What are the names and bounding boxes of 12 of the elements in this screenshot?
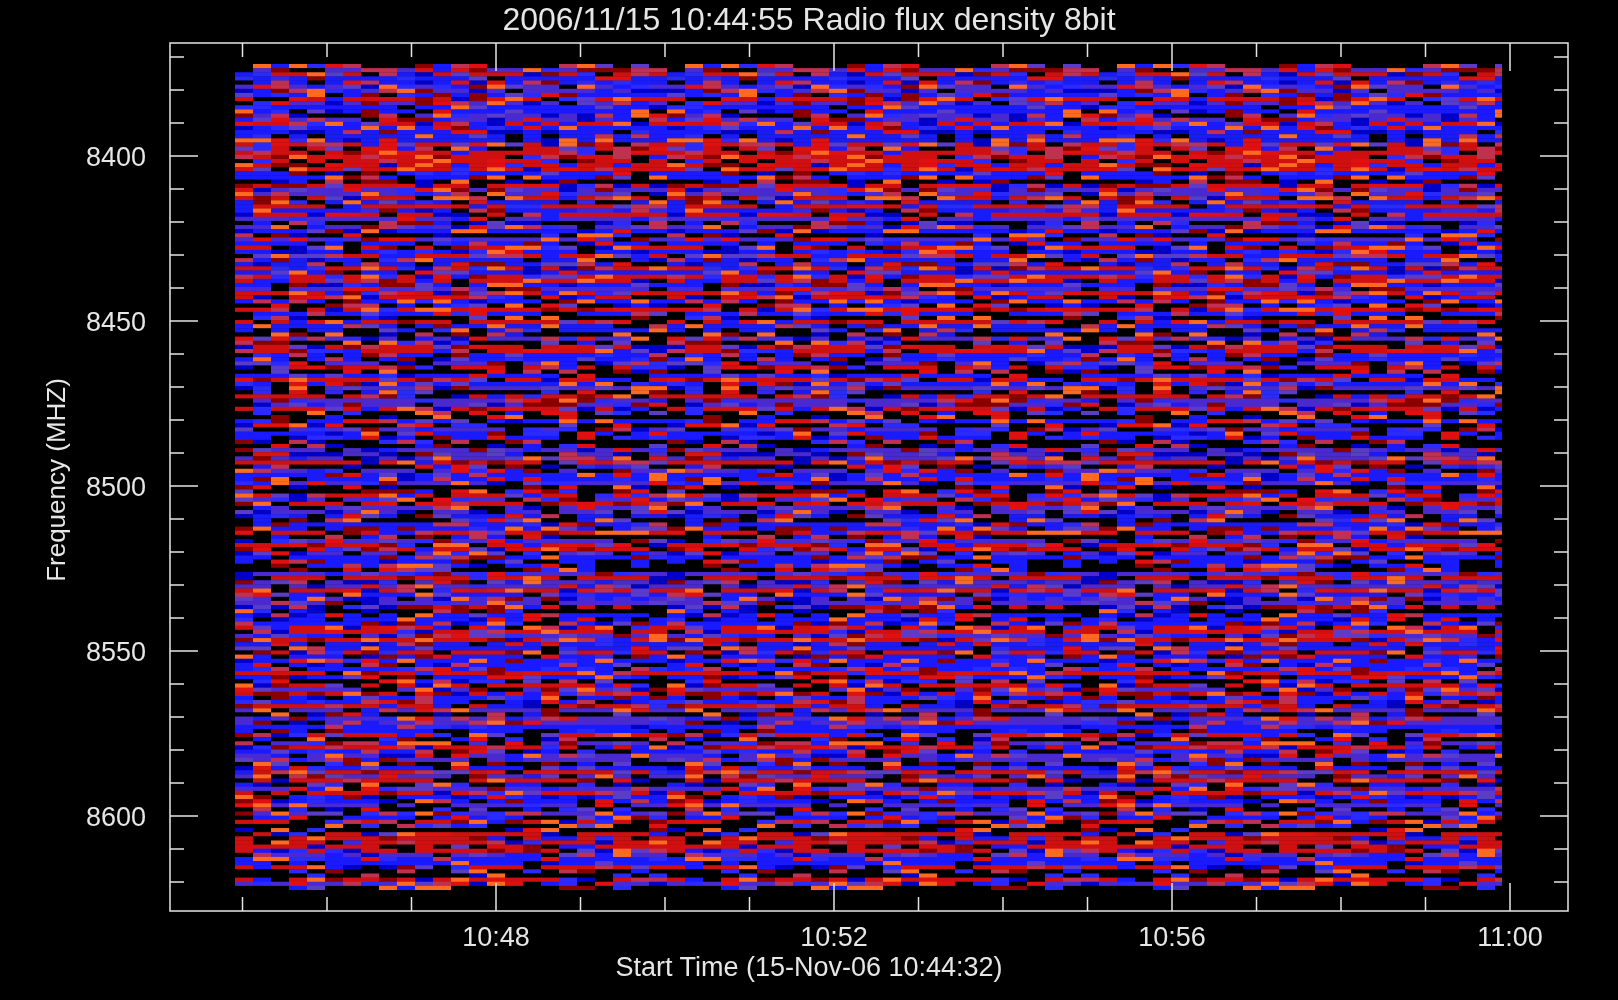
tick-label: 8500 [85,472,146,502]
tick-label: 8600 [85,802,146,832]
plot-title: 2006/11/15 10:44:55 Radio flux density 8bit [502,1,1116,37]
axis-label: Frequency (MHZ) [41,378,71,582]
tick-label: 8550 [85,637,146,667]
tick-label: 8450 [85,307,146,337]
axis-label: Start Time (15-Nov-06 10:44:32) [615,952,1003,982]
tick-label: 10:52 [800,922,868,952]
tick-label: 10:56 [1138,922,1206,952]
tick-label: 8400 [85,142,146,172]
tick-label: 11:00 [1477,922,1543,952]
tick-label: 10:48 [462,922,530,952]
